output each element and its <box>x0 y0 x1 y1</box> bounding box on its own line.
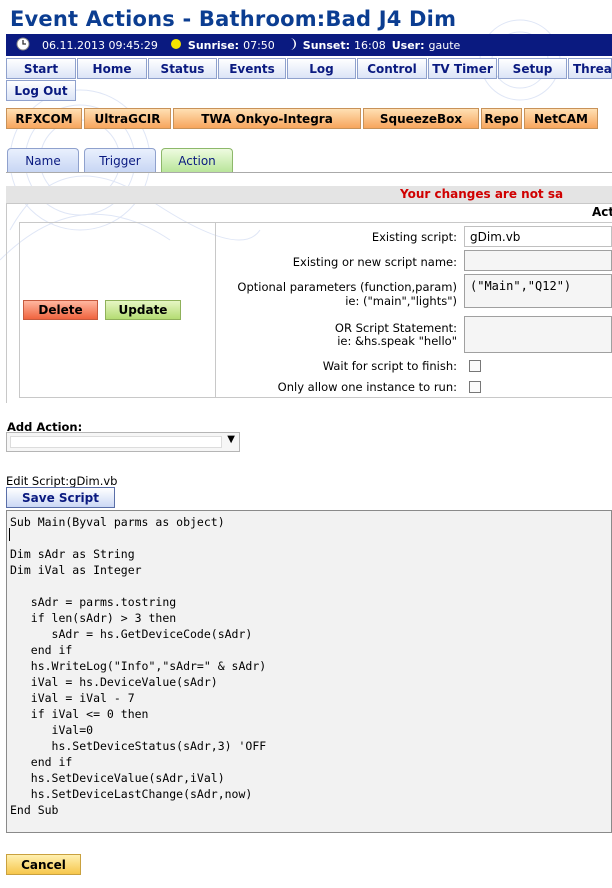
plugin-nav: RFXCOM UltraGCIR TWA Onkyo-Integra Squee… <box>6 108 612 130</box>
sunrise-value: 07:50 <box>243 38 275 52</box>
nav-home[interactable]: Home <box>77 58 147 79</box>
main-nav: Start Home Status Events Log Control TV … <box>6 58 612 80</box>
nav-setup[interactable]: Setup <box>498 58 567 79</box>
optional-params-value: ("Main","Q12") <box>470 279 572 293</box>
plugin-repo[interactable]: Repo <box>481 108 522 129</box>
secondary-nav: Log Out <box>6 80 612 102</box>
plugin-squeezebox[interactable]: SqueezeBox <box>363 108 479 129</box>
nav-log-out[interactable]: Log Out <box>6 80 76 101</box>
optional-params-label: Optional parameters (function,param) <box>237 280 457 294</box>
existing-script-label: Existing script: <box>371 230 457 244</box>
delete-button[interactable]: Delete <box>23 300 98 320</box>
nav-log[interactable]: Log <box>287 58 356 79</box>
status-datetime: 06.11.2013 09:45:29 <box>42 38 158 52</box>
existing-script-select[interactable]: gDim.vb <box>464 226 612 247</box>
update-button[interactable]: Update <box>105 300 181 320</box>
sunrise-label: Sunrise: <box>187 38 240 52</box>
dropdown-arrow-icon: ▼ <box>227 434 235 445</box>
new-script-name-input[interactable] <box>464 250 612 271</box>
status-bar: 06.11.2013 09:45:29 Sunrise: 07:50 Sunse… <box>6 34 612 56</box>
sunset-value: 16:08 <box>354 38 386 52</box>
optional-params-hint: ie: ("main","lights") <box>345 294 457 308</box>
tab-divider <box>6 172 612 173</box>
save-script-button[interactable]: Save Script <box>6 487 115 508</box>
plugin-netcam[interactable]: NetCAM <box>524 108 598 129</box>
moon-icon <box>287 37 297 54</box>
page-title: Event Actions - Bathroom:Bad J4 Dim <box>10 7 457 31</box>
add-action-select[interactable]: ▼ <box>6 432 240 452</box>
new-script-name-label: Existing or new script name: <box>292 255 457 269</box>
wait-for-script-label: Wait for script to finish: <box>322 359 457 373</box>
plugin-rfxcom[interactable]: RFXCOM <box>6 108 82 129</box>
nav-threads[interactable]: Threa <box>568 58 612 79</box>
nav-events[interactable]: Events <box>218 58 286 79</box>
existing-script-value: gDim.vb <box>470 230 521 244</box>
script-statement-hint: ie: &hs.speak "hello" <box>337 334 457 348</box>
nav-control[interactable]: Control <box>357 58 427 79</box>
script-editor[interactable]: Sub Main(Byval parms as object) Dim sAdr… <box>6 510 612 833</box>
sunset-label: Sunset: <box>302 38 351 52</box>
sun-icon <box>170 38 182 53</box>
tab-trigger[interactable]: Trigger <box>84 148 156 172</box>
edit-script-label: Edit Script:gDim.vb <box>6 474 118 488</box>
user-value: gaute <box>428 38 461 52</box>
nav-status[interactable]: Status <box>148 58 217 79</box>
text-cursor <box>9 528 10 541</box>
one-instance-label: Only allow one instance to run: <box>277 380 457 394</box>
optional-params-input[interactable]: ("Main","Q12") <box>464 274 612 308</box>
one-instance-checkbox[interactable] <box>469 381 481 393</box>
clock-icon <box>16 37 30 54</box>
script-statement-input[interactable] <box>464 316 612 353</box>
tab-action[interactable]: Action <box>161 148 233 172</box>
action-header: Act <box>592 205 612 219</box>
add-action-value <box>10 436 222 448</box>
nav-start[interactable]: Start <box>6 58 76 79</box>
script-statement-label: OR Script Statement: <box>334 321 457 335</box>
nav-tv-timer[interactable]: TV Timer <box>428 58 497 79</box>
plugin-twa-onkyo-integra[interactable]: TWA Onkyo-Integra <box>173 108 361 129</box>
plugin-ultragcir[interactable]: UltraGCIR <box>84 108 171 129</box>
user-label: User: <box>391 38 425 52</box>
unsaved-warning: Your changes are not sa <box>400 187 564 201</box>
wait-for-script-checkbox[interactable] <box>469 360 481 372</box>
cancel-button[interactable]: Cancel <box>6 854 81 875</box>
tab-name[interactable]: Name <box>7 148 79 172</box>
